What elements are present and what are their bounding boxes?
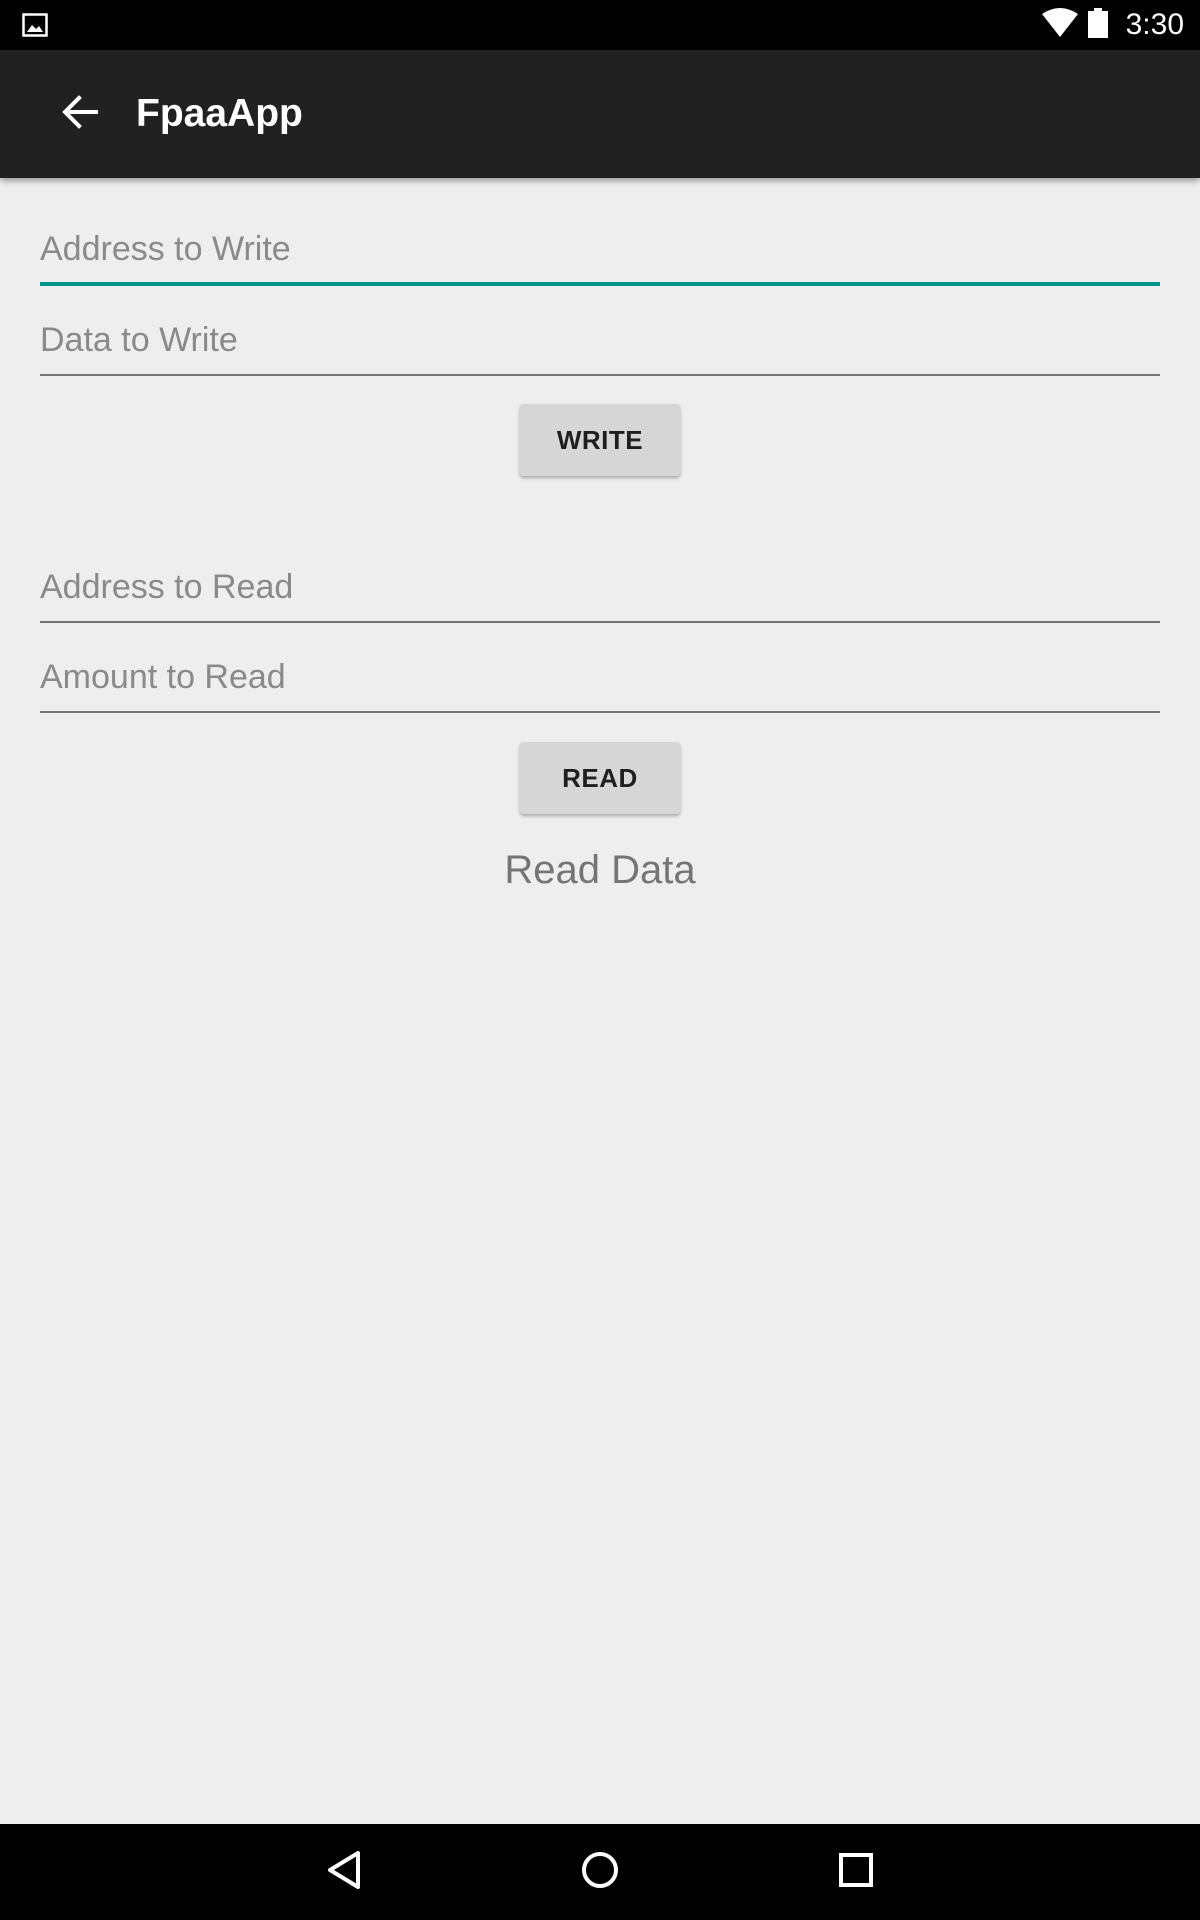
data-to-write-field[interactable] xyxy=(40,307,1160,377)
navigation-bar xyxy=(0,1824,1200,1920)
amount-to-read-field[interactable] xyxy=(40,644,1160,714)
recents-nav-icon xyxy=(838,1852,874,1893)
wifi-icon xyxy=(1041,7,1078,43)
address-to-read-input[interactable] xyxy=(40,554,1160,620)
address-to-write-underline xyxy=(40,282,1160,286)
read-button[interactable]: READ xyxy=(520,742,680,814)
nav-home-button[interactable] xyxy=(560,1832,640,1912)
address-to-write-input[interactable] xyxy=(40,216,1160,282)
data-to-write-input[interactable] xyxy=(40,307,1160,373)
nav-back-button[interactable] xyxy=(304,1832,384,1912)
clock: 3:30 xyxy=(1125,8,1184,41)
app-bar: FpaaApp xyxy=(0,50,1200,178)
back-nav-icon xyxy=(326,1850,362,1895)
app-title: FpaaApp xyxy=(136,92,303,135)
amount-to-read-input[interactable] xyxy=(40,644,1160,710)
data-to-write-underline xyxy=(40,374,1160,376)
read-data-text: Read Data xyxy=(504,848,696,892)
address-to-write-field[interactable] xyxy=(40,216,1160,286)
address-to-read-underline xyxy=(40,621,1160,623)
amount-to-read-underline xyxy=(40,711,1160,713)
nav-recents-button[interactable] xyxy=(816,1832,896,1912)
write-button[interactable]: WRITE xyxy=(520,404,680,476)
address-to-read-field[interactable] xyxy=(40,554,1160,624)
back-arrow-icon xyxy=(62,94,98,134)
status-bar: 3:30 xyxy=(0,0,1200,50)
home-nav-icon xyxy=(580,1850,620,1895)
image-notification-icon xyxy=(22,13,48,42)
battery-icon xyxy=(1087,7,1108,43)
back-button[interactable] xyxy=(44,78,116,150)
status-icons: 3:30 xyxy=(1041,0,1184,50)
